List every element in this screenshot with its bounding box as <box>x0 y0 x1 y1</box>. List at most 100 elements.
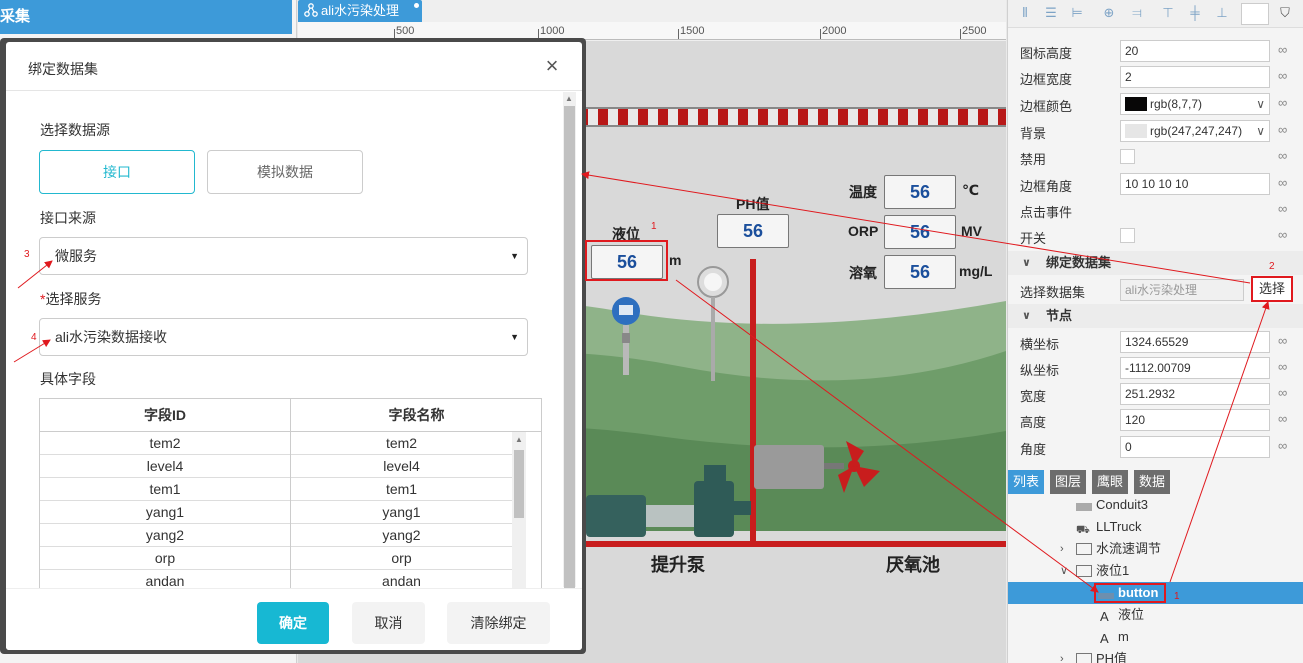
group-icon <box>1076 653 1092 663</box>
interface-source-select[interactable]: 微服务 ▼ <box>39 237 528 275</box>
source-mock-button[interactable]: 模拟数据 <box>207 150 363 194</box>
link-icon[interactable]: ∞ <box>1278 439 1292 453</box>
tree-item[interactable]: A 液位 <box>1008 604 1303 626</box>
link-icon[interactable]: ∞ <box>1278 334 1292 348</box>
border-color-select[interactable]: rgb(8,7,7) ∨ <box>1120 93 1270 115</box>
align-center-v-icon[interactable]: ☰ <box>1044 6 1058 20</box>
prop-row: 宽度 251.2932 ∞ <box>1008 381 1303 407</box>
ruler-tick <box>678 29 679 39</box>
filter-icon[interactable]: ⛉ <box>1278 6 1292 20</box>
orp-unit: MV <box>961 223 982 239</box>
link-icon[interactable]: ∞ <box>1278 386 1292 400</box>
align-right-icon[interactable]: ⫤ <box>1130 6 1144 20</box>
align-bottom-icon[interactable]: ⊥ <box>1215 6 1229 20</box>
align-left-icon[interactable]: ⊨ <box>1070 6 1084 20</box>
chevron-right-icon[interactable]: › <box>1060 538 1064 560</box>
chevron-right-icon[interactable]: › <box>1060 648 1064 663</box>
node-section-title: 节点 <box>1046 308 1073 323</box>
prop-input[interactable]: 10 10 10 10 <box>1120 173 1270 195</box>
tree-item[interactable]: › 水流速调节 <box>1008 538 1303 560</box>
align-center-h-icon[interactable]: ╪ <box>1188 6 1202 20</box>
dialog-title: 绑定数据集 <box>28 61 98 77</box>
chevron-down-icon[interactable]: ∨ <box>1060 560 1068 582</box>
prop-label: 选择数据集 <box>1020 285 1086 300</box>
service-select[interactable]: ali水污染数据接收 ▼ <box>39 318 528 356</box>
tree-item[interactable]: ∨ 液位1 <box>1008 560 1303 582</box>
link-icon[interactable]: ∞ <box>1278 96 1292 110</box>
tab-layers[interactable]: 图层 <box>1050 470 1087 494</box>
prop-row: 禁用 ∞ <box>1008 144 1303 170</box>
scrollbar-thumb[interactable] <box>564 106 575 590</box>
link-icon[interactable]: ∞ <box>1278 202 1292 216</box>
bind-dataset-dialog: 绑定数据集 × 选择数据源 接口 模拟数据 接口来源 微服务 ▼ *选择服务 a… <box>6 42 582 650</box>
tab-data[interactable]: 数据 <box>1134 470 1171 494</box>
tab-list[interactable]: 列表 <box>1008 470 1045 494</box>
link-icon[interactable]: ∞ <box>1278 149 1292 163</box>
chevron-down-icon: ∨ <box>1022 310 1031 322</box>
temp-value[interactable]: 56 <box>884 175 956 209</box>
background-color-select[interactable]: rgb(247,247,247) ∨ <box>1120 120 1270 142</box>
link-icon[interactable]: ∞ <box>1278 69 1292 83</box>
dialog-scrollbar[interactable]: ▲ <box>563 92 576 590</box>
canvas-tab[interactable]: ali水污染处理 <box>298 0 422 22</box>
dialog-divider <box>6 90 582 91</box>
prop-label: 横坐标 <box>1020 337 1060 352</box>
ruler-tick <box>820 29 821 39</box>
prop-input[interactable]: 2 <box>1120 66 1270 88</box>
confirm-button[interactable]: 确定 <box>257 602 329 644</box>
close-icon[interactable]: × <box>542 55 562 77</box>
link-icon[interactable]: ∞ <box>1278 360 1292 374</box>
prop-input[interactable]: 120 <box>1120 409 1270 431</box>
prop-input[interactable]: 1324.65529 <box>1120 331 1270 353</box>
scrollbar-thumb[interactable] <box>514 450 524 518</box>
clear-binding-button[interactable]: 清除绑定 <box>447 602 550 644</box>
prop-input[interactable]: 251.2932 <box>1120 383 1270 405</box>
table-row[interactable]: level4 level4 <box>40 455 512 478</box>
disabled-checkbox[interactable] <box>1120 149 1135 164</box>
scroll-up-icon[interactable]: ▲ <box>515 435 523 444</box>
ph-value[interactable]: 56 <box>717 214 789 248</box>
oxygen-value[interactable]: 56 <box>884 255 956 289</box>
table-row[interactable]: orp orp <box>40 547 512 570</box>
prop-input[interactable]: -1112.00709 <box>1120 357 1270 379</box>
select-dataset-button[interactable]: 选择 <box>1251 276 1293 302</box>
table-row[interactable]: tem1 tem1 <box>40 478 512 501</box>
tree-item[interactable]: Am <box>1008 626 1303 648</box>
link-icon[interactable]: ∞ <box>1278 123 1292 137</box>
tree-item-selected[interactable]: button 1 <box>1008 582 1303 604</box>
switch-checkbox[interactable] <box>1120 228 1135 243</box>
tab-eagle-eye[interactable]: 鹰眼 <box>1092 470 1129 494</box>
dataset-section-header[interactable]: ∨ 绑定数据集 <box>1008 251 1303 275</box>
tree-item[interactable]: › PH值 <box>1008 648 1303 663</box>
cell-field-id: level4 <box>146 458 184 474</box>
toolbar-color-swatch[interactable] <box>1241 3 1269 25</box>
tab-modified-dot <box>414 3 419 8</box>
table-row[interactable]: yang1 yang1 <box>40 501 512 524</box>
color-value: rgb(8,7,7) <box>1150 97 1203 111</box>
group-icon <box>1076 565 1092 577</box>
prop-input[interactable]: 20 <box>1120 40 1270 62</box>
tree-item[interactable]: Conduit3 <box>1008 494 1303 516</box>
pump-label: 提升泵 <box>651 555 705 575</box>
prop-input[interactable]: 0 <box>1120 436 1270 458</box>
table-row[interactable]: tem2 tem2 <box>40 432 512 455</box>
table-scrollbar[interactable]: ▲ <box>512 432 526 597</box>
orp-value[interactable]: 56 <box>884 215 956 249</box>
table-row[interactable]: yang2 yang2 <box>40 524 512 547</box>
prop-label: 边框宽度 <box>1020 72 1073 87</box>
link-icon[interactable]: ∞ <box>1278 228 1292 242</box>
node-section-header[interactable]: ∨ 节点 <box>1008 304 1303 328</box>
scroll-up-icon[interactable]: ▲ <box>565 94 573 103</box>
cancel-button[interactable]: 取消 <box>352 602 425 644</box>
temp-unit: ℃ <box>962 182 979 198</box>
source-interface-button[interactable]: 接口 <box>39 150 195 194</box>
link-icon[interactable]: ∞ <box>1278 43 1292 57</box>
align-middle-icon[interactable]: ⊕ <box>1102 6 1116 20</box>
link-icon[interactable]: ∞ <box>1278 176 1292 190</box>
prop-label: 图标高度 <box>1020 46 1073 61</box>
align-top-icon[interactable]: ⊤ <box>1161 6 1175 20</box>
link-icon[interactable]: ∞ <box>1278 412 1292 426</box>
tree-item[interactable]: ⛟ LLTruck <box>1008 516 1303 538</box>
dataset-input[interactable]: ali水污染处理 <box>1120 279 1244 301</box>
align-left-edge-icon[interactable]: ⫴ <box>1018 6 1032 20</box>
